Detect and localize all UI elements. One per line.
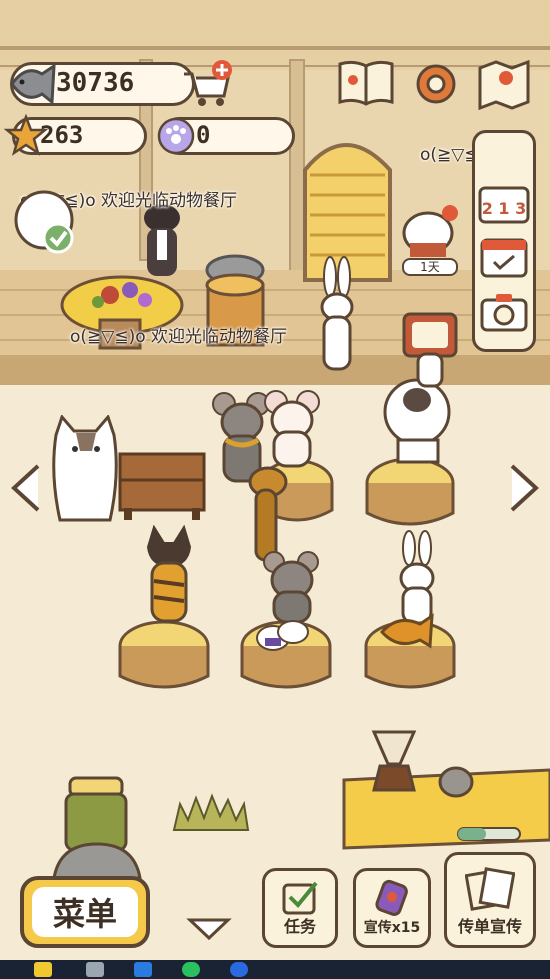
- rank-numbers: 2 1 3: [482, 199, 527, 218]
- fish-count: 30736: [56, 68, 135, 98]
- gear-icon[interactable]: [412, 60, 460, 108]
- camera-icon[interactable]: [480, 290, 528, 334]
- dog-customer[interactable]: [138, 525, 200, 625]
- tv-head-customer[interactable]: [400, 310, 460, 390]
- app-icon[interactable]: [86, 962, 104, 977]
- star-count: 263: [40, 121, 84, 149]
- day-counter-label: 1天: [402, 258, 458, 276]
- welcome-banner-2: o(≧▽≦)o 欢迎光临动物餐厅: [70, 327, 288, 347]
- book-icon[interactable]: [336, 58, 396, 108]
- os-taskbar: [0, 960, 550, 979]
- app-icon[interactable]: [134, 962, 152, 977]
- check-bubble[interactable]: [14, 186, 76, 256]
- tasks-button[interactable]: 任务: [262, 868, 338, 948]
- chevron-down-icon[interactable]: [186, 914, 232, 944]
- megaphone-icon: [375, 879, 408, 916]
- paw-coin-count: 0: [196, 121, 211, 149]
- lucky-cat-npc[interactable]: [400, 205, 460, 260]
- menu-button-label: 菜单: [52, 895, 117, 933]
- white-cat-customer[interactable]: [48, 415, 123, 525]
- fish-icon: [10, 63, 56, 105]
- daily-rank-icon[interactable]: 2 1 3: [478, 180, 530, 224]
- check-icon: [42, 222, 74, 254]
- white-rabbit-customer[interactable]: [392, 530, 442, 625]
- waiter-character[interactable]: [135, 200, 190, 290]
- rice-ball-dish: [256, 620, 309, 651]
- white-mouse-customer[interactable]: [262, 388, 322, 468]
- rabbit-waiting-customer[interactable]: [312, 255, 362, 375]
- paw-coin-icon: [157, 117, 195, 155]
- map-icon[interactable]: [476, 58, 532, 110]
- app-icon[interactable]: [34, 962, 52, 977]
- chevron-right-icon[interactable]: [506, 462, 542, 514]
- stump-table[interactable]: [365, 455, 455, 530]
- cart-plus-icon[interactable]: [180, 58, 235, 110]
- pickle-jar[interactable]: [52, 770, 142, 880]
- flyer-button-label: 传单宣传: [457, 917, 522, 936]
- promo-button[interactable]: 宣传x15: [353, 868, 431, 948]
- calendar-icon[interactable]: [480, 234, 528, 278]
- flyers-icon: [465, 867, 515, 911]
- chevron-left-icon[interactable]: [8, 462, 44, 514]
- app-icon[interactable]: [230, 962, 248, 977]
- flyer-button[interactable]: 传单宣传: [444, 852, 536, 948]
- stump-table[interactable]: [118, 618, 210, 693]
- menu-button[interactable]: 菜单: [20, 876, 150, 948]
- taiyaki-dish: [379, 613, 434, 649]
- wooden-bench: [118, 452, 206, 520]
- tasks-button-label: 任务: [283, 917, 316, 936]
- grass-patch: [172, 793, 250, 831]
- checkbox-icon: [282, 881, 318, 915]
- promo-button-label: 宣传x15: [363, 920, 421, 936]
- coffee-counter[interactable]: [340, 730, 550, 860]
- restaurant-scene: 1天 o(≧▽≦)o 欢迎光临动物餐厅 o(≧▽≦)o 欢迎光临动物餐厅 o(≧…: [0, 0, 550, 960]
- app-icon[interactable]: [182, 962, 200, 977]
